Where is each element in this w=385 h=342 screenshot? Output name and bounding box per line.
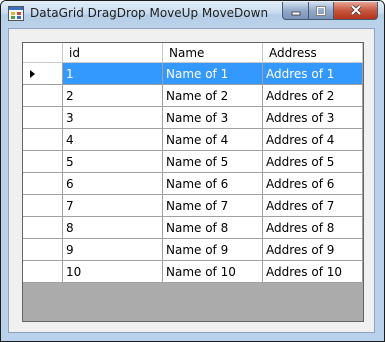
minimize-button[interactable] — [282, 2, 309, 20]
cell-name[interactable]: Name of 8 — [163, 217, 263, 239]
cell-id[interactable]: 2 — [63, 85, 163, 107]
table-row[interactable]: 2 Name of 2 Addres of 2 — [23, 85, 363, 107]
cell-name[interactable]: Name of 7 — [163, 195, 263, 217]
cell-name[interactable]: Name of 1 — [163, 63, 263, 85]
column-header-id[interactable]: id — [63, 43, 163, 63]
maximize-icon — [315, 1, 327, 20]
table-row[interactable]: 7 Name of 7 Addres of 7 — [23, 195, 363, 217]
minimize-icon — [290, 1, 302, 20]
grid-header: id Name Address — [23, 43, 363, 63]
cell-address[interactable]: Addres of 1 — [263, 63, 363, 85]
window-title: DataGrid DragDrop MoveUp MoveDown — [30, 6, 269, 20]
cell-name[interactable]: Name of 9 — [163, 239, 263, 261]
cell-id[interactable]: 3 — [63, 107, 163, 129]
cell-address[interactable]: Addres of 2 — [263, 85, 363, 107]
cell-address[interactable]: Addres of 7 — [263, 195, 363, 217]
table-row[interactable]: 5 Name of 5 Addres of 5 — [23, 151, 363, 173]
table-row[interactable]: 10 Name of 10 Addres of 10 — [23, 261, 363, 283]
cell-id[interactable]: 6 — [63, 173, 163, 195]
cell-id[interactable]: 5 — [63, 151, 163, 173]
form-client-area: id Name Address 1 Name of 1 Addres of 1 2 Na… — [8, 28, 375, 333]
row-header[interactable] — [23, 151, 63, 173]
cell-id[interactable]: 9 — [63, 239, 163, 261]
data-grid[interactable]: id Name Address 1 Name of 1 Addres of 1 2 Na… — [22, 42, 364, 322]
cell-id[interactable]: 4 — [63, 129, 163, 151]
column-header-address[interactable]: Address — [263, 43, 363, 63]
grid-corner-header[interactable] — [23, 43, 63, 63]
current-row-arrow-icon — [30, 70, 35, 78]
row-header[interactable] — [23, 173, 63, 195]
application-window: DataGrid DragDrop MoveUp MoveDown id Nam… — [0, 0, 385, 342]
table-row[interactable]: 1 Name of 1 Addres of 1 — [23, 63, 363, 85]
cell-address[interactable]: Addres of 5 — [263, 151, 363, 173]
maximize-button[interactable] — [308, 2, 334, 20]
row-header[interactable] — [23, 85, 63, 107]
cell-address[interactable]: Addres of 9 — [263, 239, 363, 261]
row-header[interactable] — [23, 239, 63, 261]
cell-name[interactable]: Name of 2 — [163, 85, 263, 107]
table-row[interactable]: 3 Name of 3 Addres of 3 — [23, 107, 363, 129]
title-bar[interactable]: DataGrid DragDrop MoveUp MoveDown — [1, 1, 384, 27]
row-header[interactable] — [23, 261, 63, 283]
cell-address[interactable]: Addres of 3 — [263, 107, 363, 129]
cell-address[interactable]: Addres of 8 — [263, 217, 363, 239]
column-header-name[interactable]: Name — [163, 43, 263, 63]
row-header[interactable] — [23, 129, 63, 151]
cell-name[interactable]: Name of 4 — [163, 129, 263, 151]
table-row[interactable]: 8 Name of 8 Addres of 8 — [23, 217, 363, 239]
cell-address[interactable]: Addres of 6 — [263, 173, 363, 195]
table-row[interactable]: 4 Name of 4 Addres of 4 — [23, 129, 363, 151]
app-form-icon[interactable] — [8, 6, 24, 21]
row-header[interactable] — [23, 63, 63, 85]
cell-name[interactable]: Name of 5 — [163, 151, 263, 173]
table-row[interactable]: 6 Name of 6 Addres of 6 — [23, 173, 363, 195]
row-header[interactable] — [23, 217, 63, 239]
cell-name[interactable]: Name of 3 — [163, 107, 263, 129]
table-row[interactable]: 9 Name of 9 Addres of 9 — [23, 239, 363, 261]
cell-name[interactable]: Name of 6 — [163, 173, 263, 195]
row-header[interactable] — [23, 195, 63, 217]
row-header[interactable] — [23, 107, 63, 129]
cell-id[interactable]: 7 — [63, 195, 163, 217]
cell-id[interactable]: 10 — [63, 261, 163, 283]
cell-name[interactable]: Name of 10 — [163, 261, 263, 283]
close-button[interactable] — [333, 2, 378, 20]
cell-id[interactable]: 8 — [63, 217, 163, 239]
cell-address[interactable]: Addres of 10 — [263, 261, 363, 283]
close-icon — [349, 1, 363, 20]
cell-address[interactable]: Addres of 4 — [263, 129, 363, 151]
cell-id[interactable]: 1 — [63, 63, 163, 85]
